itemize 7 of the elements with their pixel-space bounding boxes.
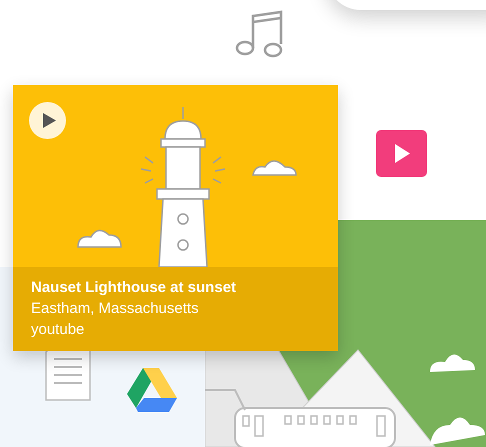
play-icon [376,130,427,177]
triangle-logo-icon [127,368,177,412]
card-location: Eastham, Massachusetts [31,299,200,319]
media-card[interactable]: Nauset Lighthouse at sunset Eastham, Massachusetts youtube [13,85,338,351]
play-icon[interactable] [29,102,66,139]
card-source: youtube [31,320,86,340]
card-title: Nauset Lighthouse at sunset [31,278,238,298]
